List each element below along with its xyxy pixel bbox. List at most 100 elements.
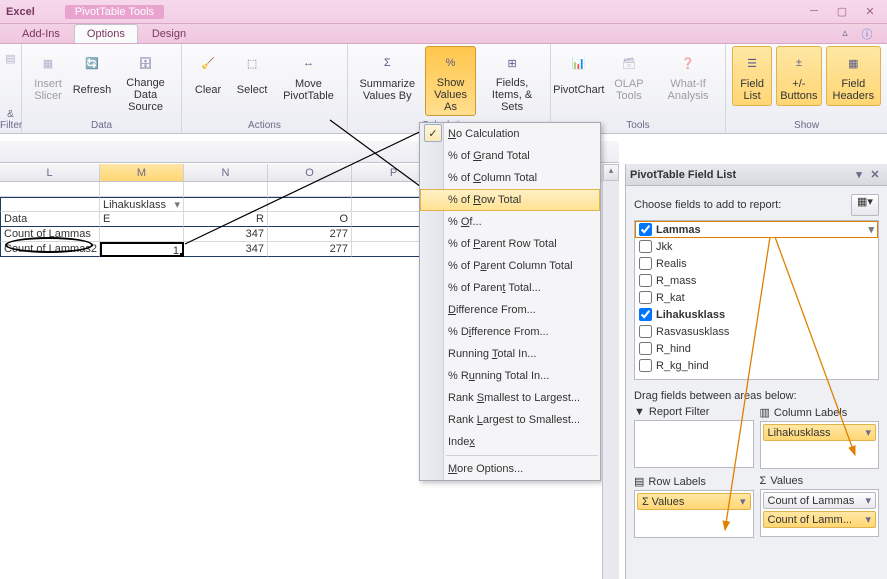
- menu-pct-column-total[interactable]: % of Column Total: [420, 167, 600, 189]
- data-group-label: Data: [22, 120, 181, 131]
- percent-icon: %: [435, 49, 467, 77]
- pt-col-O: O: [268, 212, 352, 227]
- field-realis[interactable]: Realis: [635, 255, 878, 272]
- menu-index[interactable]: Index: [420, 431, 600, 453]
- slicer-icon: ▦: [32, 49, 64, 77]
- menu-pct-row-total[interactable]: % of Row Total: [420, 189, 600, 211]
- pivotchart-button[interactable]: 📊PivotChart: [557, 46, 601, 106]
- pane-dropdown-icon[interactable]: ▾: [851, 168, 867, 181]
- summarize-values-button[interactable]: ΣSummarize Values By: [354, 46, 421, 116]
- pt-val-2-3[interactable]: 277: [268, 242, 352, 257]
- sigma-icon: Σ: [371, 49, 403, 77]
- clear-icon: 🧹: [192, 49, 224, 77]
- col-header-N[interactable]: N: [184, 164, 268, 181]
- pt-val-1-3[interactable]: 277: [268, 227, 352, 242]
- menu-running-total[interactable]: Running Total In...: [420, 343, 600, 365]
- dropdown-icon[interactable]: ▾: [174, 198, 180, 212]
- olap-icon: 🗃: [613, 49, 645, 77]
- select-button[interactable]: ⬚Select: [232, 46, 272, 106]
- menu-difference-from[interactable]: Difference From...: [420, 299, 600, 321]
- area-column-labels: ▥Column Labels Lihakusklass▾: [760, 406, 880, 469]
- chevron-down-icon[interactable]: ▾: [865, 513, 871, 526]
- field-lihakusklass-checkbox[interactable]: [639, 308, 652, 321]
- chip-sigma-values[interactable]: Σ Values▾: [637, 493, 751, 510]
- chevron-down-icon[interactable]: ▾: [868, 223, 874, 236]
- values-box[interactable]: Count of Lammas▾ Count of Lamm...▾: [760, 489, 880, 537]
- chevron-down-icon[interactable]: ▾: [740, 495, 746, 508]
- layout-options-button[interactable]: ▦▾: [851, 194, 879, 216]
- field-rmass-checkbox[interactable]: [639, 274, 652, 287]
- pt-col-field[interactable]: Lihakusklass ▾: [100, 197, 184, 212]
- minimize-icon[interactable]: ─: [803, 5, 825, 19]
- vertical-scrollbar[interactable]: ▴: [602, 164, 619, 579]
- field-rkat-checkbox[interactable]: [639, 291, 652, 304]
- field-headers-button[interactable]: ▦Field Headers: [826, 46, 881, 106]
- move-pivottable-button[interactable]: ↔Move PivotTable: [276, 46, 341, 106]
- rows-icon: ▤: [634, 475, 644, 488]
- ribbon-minimize-icon[interactable]: ▵: [837, 26, 853, 42]
- report-filter-box[interactable]: [634, 420, 754, 468]
- menu-pct-of[interactable]: % Of...: [420, 211, 600, 233]
- fields-items-sets-button[interactable]: ⊞Fields, Items, & Sets: [480, 46, 543, 116]
- col-header-M[interactable]: M: [100, 164, 184, 181]
- tab-design[interactable]: Design: [140, 25, 198, 43]
- clear-button[interactable]: 🧹Clear: [188, 46, 228, 106]
- refresh-button[interactable]: 🔄Refresh: [72, 46, 112, 116]
- menu-pct-difference-from[interactable]: % Difference From...: [420, 321, 600, 343]
- selected-cell[interactable]: 1: [100, 242, 184, 257]
- chevron-down-icon[interactable]: ▾: [865, 426, 871, 439]
- sigma-icon: Σ: [760, 475, 767, 487]
- chip-lihakusklass[interactable]: Lihakusklass▾: [763, 424, 877, 441]
- field-rkghind[interactable]: R_kg_hind: [635, 357, 878, 374]
- field-jkk[interactable]: Jkk: [635, 238, 878, 255]
- field-rkat[interactable]: R_kat: [635, 289, 878, 306]
- chip-count-lammas[interactable]: Count of Lammas▾: [763, 492, 877, 509]
- pane-close-icon[interactable]: ✕: [867, 168, 883, 181]
- field-lammas-checkbox[interactable]: [639, 223, 652, 236]
- chevron-down-icon[interactable]: ▾: [865, 494, 871, 507]
- title-bar: Excel PivotTable Tools ─ ▢ ✕: [0, 0, 887, 24]
- drag-fields-label: Drag fields between areas below:: [634, 390, 879, 402]
- app-title: Excel: [6, 6, 65, 18]
- select-icon: ⬚: [236, 49, 268, 77]
- field-rhind-checkbox[interactable]: [639, 342, 652, 355]
- tab-options[interactable]: Options: [74, 24, 138, 43]
- field-jkk-checkbox[interactable]: [639, 240, 652, 253]
- tab-addins[interactable]: Add-Ins: [10, 25, 72, 43]
- menu-more-options[interactable]: More Options...: [420, 458, 600, 480]
- pt-val-1-1[interactable]: [100, 227, 184, 242]
- field-lihakusklass[interactable]: Lihakusklass: [635, 306, 878, 323]
- field-lammas[interactable]: Lammas▾: [635, 221, 878, 238]
- field-rasvasusklass[interactable]: Rasvasusklass: [635, 323, 878, 340]
- fields-icon: ⊞: [496, 49, 528, 77]
- field-rmass[interactable]: R_mass: [635, 272, 878, 289]
- field-list[interactable]: Lammas▾ Jkk Realis R_mass R_kat Lihakusk…: [634, 220, 879, 380]
- show-values-as-menu[interactable]: ✓No Calculation % of Grand Total % of Co…: [419, 122, 601, 481]
- whatif-icon: ❓: [672, 49, 704, 77]
- insert-slicer-button: ▦Insert Slicer: [28, 46, 68, 116]
- field-rasvasusklass-checkbox[interactable]: [639, 325, 652, 338]
- restore-icon[interactable]: ▢: [831, 5, 853, 19]
- pt-val-2-2[interactable]: 347: [184, 242, 268, 257]
- field-rhind[interactable]: R_hind: [635, 340, 878, 357]
- chip-count-lammas2[interactable]: Count of Lamm...▾: [763, 511, 877, 528]
- scroll-up-icon[interactable]: ▴: [603, 164, 619, 181]
- column-labels-box[interactable]: Lihakusklass▾: [760, 421, 880, 469]
- filter-icon: ▼: [634, 406, 645, 418]
- plusminus-icon: ±: [783, 49, 815, 77]
- field-rkghind-checkbox[interactable]: [639, 359, 652, 372]
- col-header-O[interactable]: O: [268, 164, 352, 181]
- pt-val-1-2[interactable]: 347: [184, 227, 268, 242]
- menu-no-calculation[interactable]: ✓No Calculation: [420, 123, 600, 145]
- show-values-as-button[interactable]: %Show Values As: [425, 46, 477, 116]
- close-icon[interactable]: ✕: [859, 5, 881, 19]
- row-labels-box[interactable]: Σ Values▾: [634, 490, 754, 538]
- col-header-L[interactable]: L: [0, 164, 100, 181]
- menu-pct-grand-total[interactable]: % of Grand Total: [420, 145, 600, 167]
- help-icon[interactable]: ⓘ: [859, 26, 875, 42]
- area-row-labels: ▤Row Labels Σ Values▾: [634, 475, 754, 538]
- change-data-source-button[interactable]: 🗄Change Data Source: [116, 46, 175, 116]
- field-realis-checkbox[interactable]: [639, 257, 652, 270]
- field-list-button[interactable]: ☰Field List: [732, 46, 772, 106]
- plusminus-buttons-button[interactable]: ±+/- Buttons: [776, 46, 821, 106]
